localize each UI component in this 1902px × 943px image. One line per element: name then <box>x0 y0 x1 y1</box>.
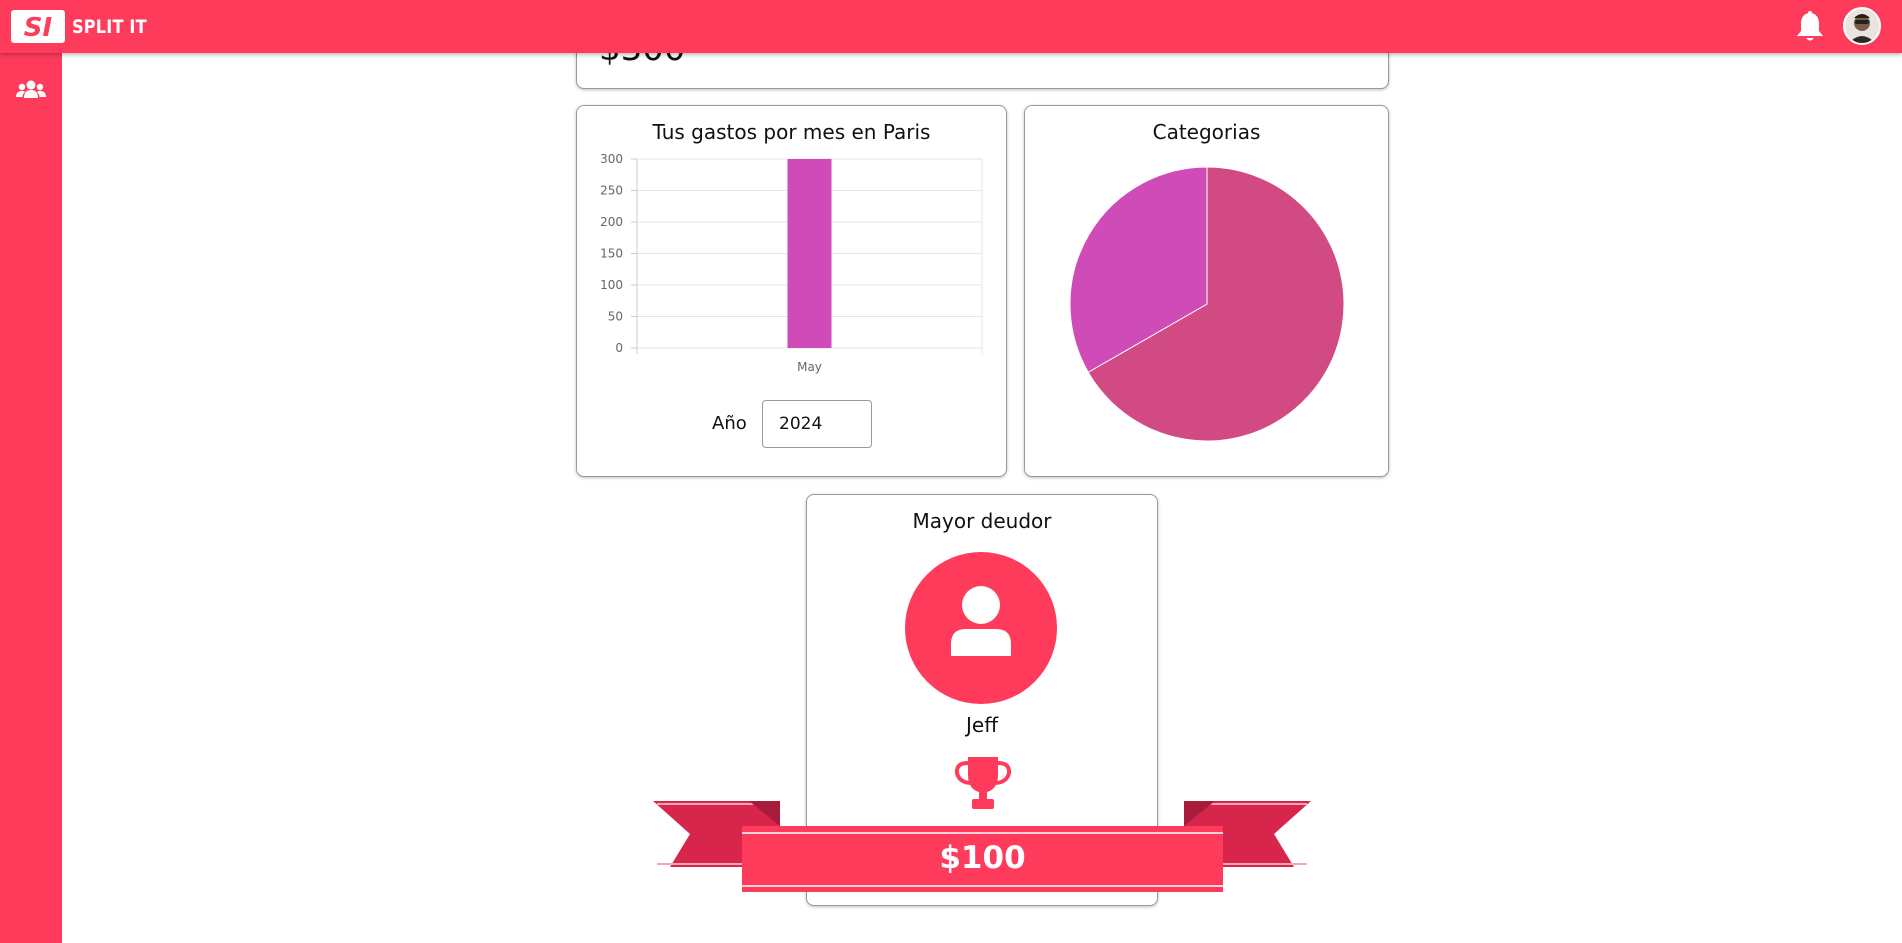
debtor-name: Jeff <box>966 713 998 737</box>
user-icon <box>951 586 1011 656</box>
y-tick-label: 200 <box>600 215 623 229</box>
categories-card: Categorias <box>1024 105 1389 477</box>
x-tick-label: May <box>797 360 822 374</box>
monthly-bar-chart: 0 50 100 150 200 250 300 May <box>600 152 983 374</box>
bell-icon[interactable] <box>1795 11 1825 43</box>
bar-may[interactable] <box>787 159 832 348</box>
app-logo[interactable]: SI SPLIT IT <box>11 10 160 43</box>
sidebar <box>0 53 62 943</box>
top-bar: SI SPLIT IT <box>0 0 1902 53</box>
y-tick-label: 100 <box>600 278 623 292</box>
user-avatar[interactable] <box>1843 7 1881 45</box>
y-tick-label: 50 <box>608 310 623 324</box>
app-name: SPLIT IT <box>72 15 147 38</box>
monthly-expenses-card: Tus gastos por mes en Paris 0 50 100 150 200… <box>576 105 1007 477</box>
debtor-amount: $100 <box>939 840 1026 876</box>
y-tick-label: 150 <box>600 247 623 261</box>
logo-mark: SI <box>11 10 65 43</box>
avatar-image <box>1845 9 1879 43</box>
y-tick-label: 250 <box>600 184 623 198</box>
users-group-icon[interactable] <box>16 79 46 99</box>
debtor-avatar <box>905 552 1057 704</box>
top-debtor-title: Mayor deudor <box>912 509 1052 533</box>
y-tick-label: 0 <box>615 341 623 355</box>
logo-letters: SI <box>24 13 53 43</box>
year-label: Año <box>712 413 747 434</box>
y-tick-label: 300 <box>600 152 623 166</box>
categories-pie-chart <box>1069 166 1345 442</box>
year-input[interactable] <box>762 400 872 448</box>
